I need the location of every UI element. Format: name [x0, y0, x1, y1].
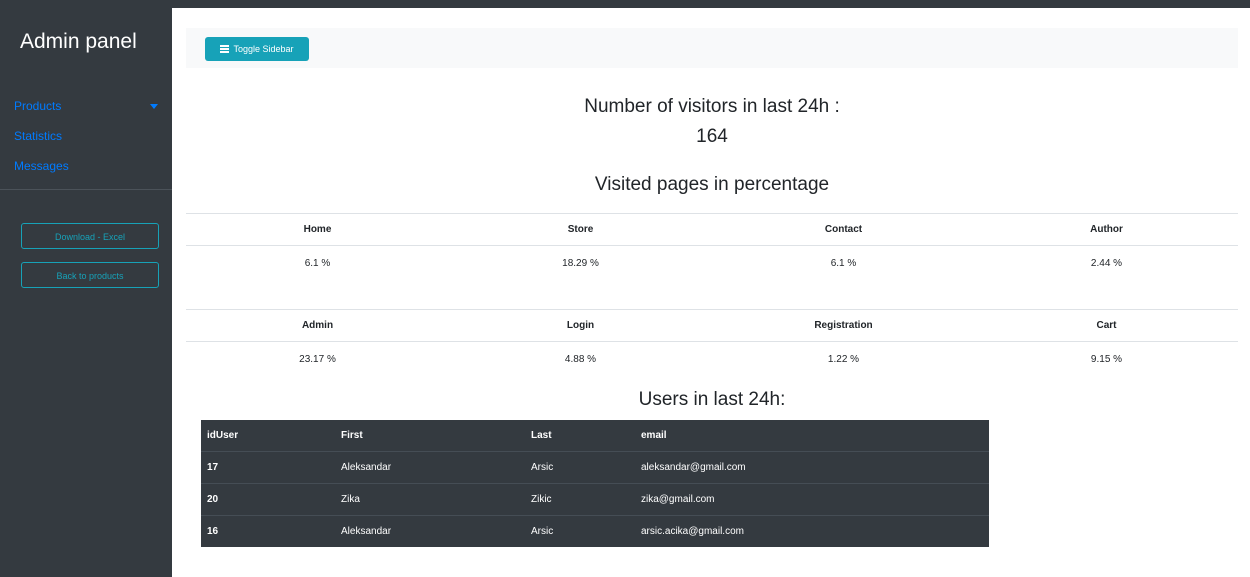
percentage-cell: 23.17 % — [299, 353, 336, 365]
first-name-cell: Aleksandar — [335, 451, 525, 484]
sidebar-item-statistics[interactable]: Statistics — [0, 121, 172, 151]
table-row: 17 Aleksandar Arsic aleksandar@gmail.com — [201, 451, 989, 484]
visited-pages-table-1: Home Store Contact Author 6.1 % 18.29 % … — [186, 213, 1238, 280]
column-header: Author — [975, 213, 1238, 246]
column-header: Registration — [712, 309, 975, 342]
table-row: 6.1 % 18.29 % 6.1 % 2.44 % — [186, 246, 1238, 281]
column-header: email — [635, 420, 989, 452]
percentage-cell: 9.15 % — [1090, 353, 1123, 365]
last-name-cell: Arsic — [525, 451, 635, 484]
sidebar-divider — [0, 189, 172, 190]
column-header: Login — [449, 309, 712, 342]
last-name-cell: Arsic — [531, 526, 554, 537]
percentage-cell: 18.29 % — [562, 257, 599, 269]
users-heading: Users in last 24h: — [638, 389, 786, 410]
toggle-sidebar-label: Toggle Sidebar — [233, 44, 294, 54]
table-header-row: Admin Login Registration Cart — [186, 309, 1238, 342]
column-header: Cart — [975, 309, 1238, 342]
column-header: Store — [449, 213, 712, 246]
sidebar-title: Admin panel — [20, 30, 137, 53]
sidebar-item-messages[interactable]: Messages — [0, 151, 172, 181]
visited-pages-table-2: Admin Login Registration Cart 23.17 % 4.… — [186, 309, 1238, 376]
column-header: Home — [186, 213, 449, 246]
visitors-count: 164 — [696, 126, 728, 147]
navbar: Toggle Sidebar — [186, 28, 1238, 68]
visitors-heading: Number of visitors in last 24h : — [584, 96, 840, 117]
column-header: Admin — [186, 309, 449, 342]
percentage-cell: 6.1 % — [304, 257, 331, 269]
column-header: Last — [525, 420, 635, 452]
caret-down-icon — [150, 104, 158, 109]
first-name-cell: Aleksandar — [341, 526, 392, 537]
percentage-cell: 2.44 % — [1090, 257, 1123, 269]
email-cell: aleksandar@gmail.com — [635, 451, 989, 484]
download-excel-button[interactable]: Download - Excel — [21, 223, 159, 249]
sidebar-item-products[interactable]: Products — [0, 91, 172, 121]
table-header-row: Home Store Contact Author — [186, 213, 1238, 246]
sidebar-item-label: Messages — [14, 159, 69, 173]
table-row: 20 Zika Zikic zika@gmail.com — [201, 483, 989, 516]
table-row: 23.17 % 4.88 % 1.22 % 9.15 % — [186, 342, 1238, 377]
table-row: 16 Aleksandar Arsic arsic.acika@gmail.co… — [201, 516, 989, 548]
percentage-cell: 1.22 % — [827, 353, 860, 365]
user-id-cell: 20 — [201, 483, 335, 516]
column-header: idUser — [201, 420, 335, 452]
bars-icon — [220, 45, 230, 53]
top-bar — [0, 0, 1250, 8]
last-name-cell: Zikic — [525, 483, 635, 516]
users-table: idUser First Last email 17 Aleksandar Ar… — [201, 420, 989, 547]
user-id-cell: 16 — [207, 526, 219, 537]
percentage-cell: 6.1 % — [830, 257, 857, 269]
sidebar-menu: Products Statistics Messages — [0, 91, 172, 181]
toggle-sidebar-button[interactable]: Toggle Sidebar — [205, 37, 309, 61]
email-cell: zika@gmail.com — [635, 483, 989, 516]
user-id-cell: 17 — [201, 451, 335, 484]
sidebar-item-label: Statistics — [14, 129, 63, 143]
sidebar-item-label: Products — [14, 99, 62, 113]
percentage-cell: 4.88 % — [564, 353, 597, 365]
visited-pages-heading: Visited pages in percentage — [594, 174, 830, 195]
email-cell: arsic.acika@gmail.com — [641, 526, 744, 537]
sidebar: Admin panel Products Statistics Messages… — [0, 8, 172, 577]
column-header: Contact — [712, 213, 975, 246]
table-header-row: idUser First Last email — [201, 420, 989, 452]
column-header: First — [335, 420, 525, 452]
back-to-products-button[interactable]: Back to products — [21, 262, 159, 288]
first-name-cell: Zika — [335, 483, 525, 516]
